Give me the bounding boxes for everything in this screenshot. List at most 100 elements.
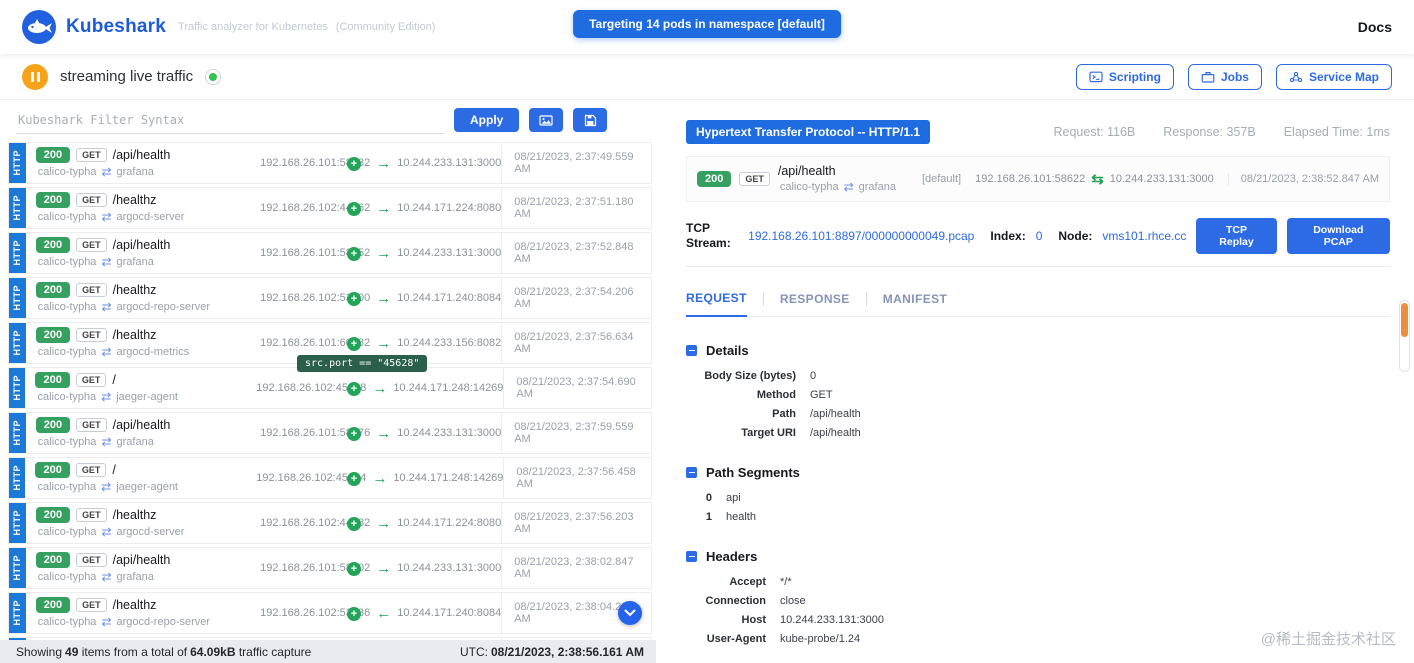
add-filter-button[interactable]: + <box>347 562 361 576</box>
service-map-icon <box>1289 71 1303 82</box>
traffic-entry[interactable]: HTTP 200 GET /api/health calico-typha ⇄ … <box>8 232 652 274</box>
add-filter-button[interactable]: + <box>347 247 361 261</box>
detail-row: Target URI /api/health <box>686 427 1390 439</box>
traffic-entry[interactable]: HTTP 200 GET /healthz calico-typha ⇄ arg… <box>8 187 652 229</box>
traffic-summary-footer: Showing 49 items from a total of 64.09kB t… <box>0 640 656 663</box>
add-filter-button[interactable]: + <box>347 202 361 216</box>
destination-ip: 10.244.233.156:8082 <box>397 337 502 349</box>
destination-ip: 10.244.233.131:3000 <box>397 157 502 169</box>
add-filter-button[interactable]: + <box>347 607 361 621</box>
detail-section: Path Segments 0 api 1 health <box>686 465 1390 523</box>
selected-path: /api/health <box>777 164 836 178</box>
entry-timestamp: 08/21/2023, 2:37:56.458 AM <box>503 458 651 498</box>
traffic-entry[interactable]: HTTP 200 GET /healthz calico-typha ⇄ arg… <box>8 502 652 544</box>
detail-row: Connection close <box>686 595 1390 607</box>
traffic-entry[interactable]: HTTP 200 GET /healthz calico-typha ⇄ arg… <box>8 637 652 640</box>
add-filter-button[interactable]: + <box>347 337 361 351</box>
response-size: Response: 357B <box>1163 125 1256 139</box>
add-filter-button[interactable]: + <box>347 427 361 441</box>
jobs-button[interactable]: Jobs <box>1187 63 1262 90</box>
download-pcap-button[interactable]: Download PCAP <box>1286 218 1390 254</box>
destination-name: argocd-metrics <box>116 346 190 358</box>
entry-path: / <box>112 463 116 477</box>
entry-path: /healthz <box>112 193 157 207</box>
add-filter-button[interactable]: + <box>347 157 361 171</box>
streaming-status-text: streaming live traffic <box>60 68 194 85</box>
source-name: calico-typha <box>37 616 97 628</box>
detail-row: 0 api <box>686 492 1390 504</box>
add-filter-button[interactable]: + <box>347 382 361 396</box>
destination-name: grafana <box>116 256 154 268</box>
detail-row: Body Size (bytes) 0 <box>686 370 1390 382</box>
index-value: 0 <box>1035 229 1043 243</box>
entry-path: /healthz <box>112 328 157 342</box>
tab-response[interactable]: RESPONSE <box>780 292 850 316</box>
method-badge: GET <box>76 238 107 252</box>
add-filter-button[interactable]: + <box>347 292 361 306</box>
method-badge: GET <box>76 553 107 567</box>
direction-arrow-icon: ← <box>376 604 392 622</box>
direction-arrow-icon: → <box>376 559 392 577</box>
kv-value: GET <box>810 389 833 401</box>
scripting-button[interactable]: Scripting <box>1075 63 1174 90</box>
collapse-icon[interactable] <box>686 467 697 478</box>
status-badge: 200 <box>35 372 70 388</box>
docs-link[interactable]: Docs <box>1358 19 1392 35</box>
pause-button[interactable] <box>22 63 48 90</box>
index-label: Index: <box>990 229 1026 243</box>
page-scrollbar[interactable] <box>1399 300 1410 372</box>
targeting-badge: Targeting 14 pods in namespace [default] <box>573 10 841 38</box>
brand-name: Kubeshark <box>66 16 167 37</box>
direction-arrow-icon: → <box>376 424 392 442</box>
destination-ip: 10.244.233.131:3000 <box>397 247 502 259</box>
scrollbar-thumb[interactable] <box>1401 303 1408 337</box>
scripting-label: Scripting <box>1108 69 1161 84</box>
traffic-entry[interactable]: HTTP 200 GET /healthz calico-typha ⇄ arg… <box>8 277 652 319</box>
scroll-to-bottom-button[interactable] <box>618 601 642 625</box>
pcap-link[interactable]: 192.168.26.101:8897/000000000049.pcap <box>748 229 974 243</box>
traffic-entry[interactable]: HTTP 200 GET /api/health calico-typha ⇄ … <box>8 142 652 184</box>
traffic-entry[interactable]: HTTP 200 GET /healthz calico-typha ⇄ arg… <box>8 592 652 634</box>
source-name: calico-typha <box>37 346 97 358</box>
traffic-entry[interactable]: HTTP 200 GET /api/health calico-typha ⇄ … <box>8 547 652 589</box>
scripting-icon <box>1089 71 1103 82</box>
add-filter-button[interactable]: + <box>347 517 361 531</box>
swap-arrows-icon: ⇄ <box>101 480 112 494</box>
image-icon <box>539 114 553 126</box>
entry-timestamp: 08/21/2023, 2:37:56.634 AM <box>501 323 651 363</box>
entry-path: /api/health <box>112 418 171 432</box>
traffic-entry[interactable]: HTTP 200 GET /api/health calico-typha ⇄ … <box>8 412 652 454</box>
tab-request[interactable]: REQUEST <box>686 291 747 317</box>
service-map-button[interactable]: Service Map <box>1275 63 1392 90</box>
detail-row: 1 health <box>686 511 1390 523</box>
protocol-tag: HTTP <box>9 278 26 318</box>
image-button[interactable] <box>529 108 564 132</box>
status-badge: 200 <box>35 237 71 253</box>
collapse-icon[interactable] <box>686 345 697 356</box>
traffic-entry[interactable]: HTTP 200 GET / calico-typha ⇄ jaeger-age… <box>8 355 652 409</box>
filter-input[interactable] <box>16 106 444 134</box>
entry-timestamp: 08/21/2023, 2:37:56.203 AM <box>501 503 651 543</box>
live-indicator <box>205 68 222 85</box>
entry-path: /api/health <box>112 148 171 162</box>
kv-label: Target URI <box>741 427 796 439</box>
kv-value: 10.244.233.131:3000 <box>780 614 884 626</box>
swap-arrows-icon: ⇄ <box>101 435 112 449</box>
swap-arrows-icon: ⇄ <box>843 180 854 194</box>
protocol-tag: HTTP <box>9 323 26 363</box>
source-name: calico-typha <box>37 526 97 538</box>
detail-section: Details Body Size (bytes) 0 Method GET P… <box>686 343 1390 439</box>
apply-button[interactable]: Apply <box>454 108 520 132</box>
jobs-icon <box>1201 71 1215 83</box>
add-filter-button[interactable]: + <box>347 472 361 486</box>
tab-manifest[interactable]: MANIFEST <box>883 292 948 316</box>
method-badge: GET <box>76 193 107 207</box>
destination-name: argocd-repo-server <box>116 616 211 628</box>
destination-ip: 10.244.233.131:3000 <box>397 562 502 574</box>
status-badge: 200 <box>35 327 71 343</box>
kubeshark-logo-icon <box>22 10 56 44</box>
tcp-replay-button[interactable]: TCP Replay <box>1196 218 1277 254</box>
traffic-entry[interactable]: HTTP 200 GET / calico-typha ⇄ jaeger-age… <box>8 457 652 499</box>
collapse-icon[interactable] <box>686 551 697 562</box>
save-filter-button[interactable] <box>573 108 608 132</box>
